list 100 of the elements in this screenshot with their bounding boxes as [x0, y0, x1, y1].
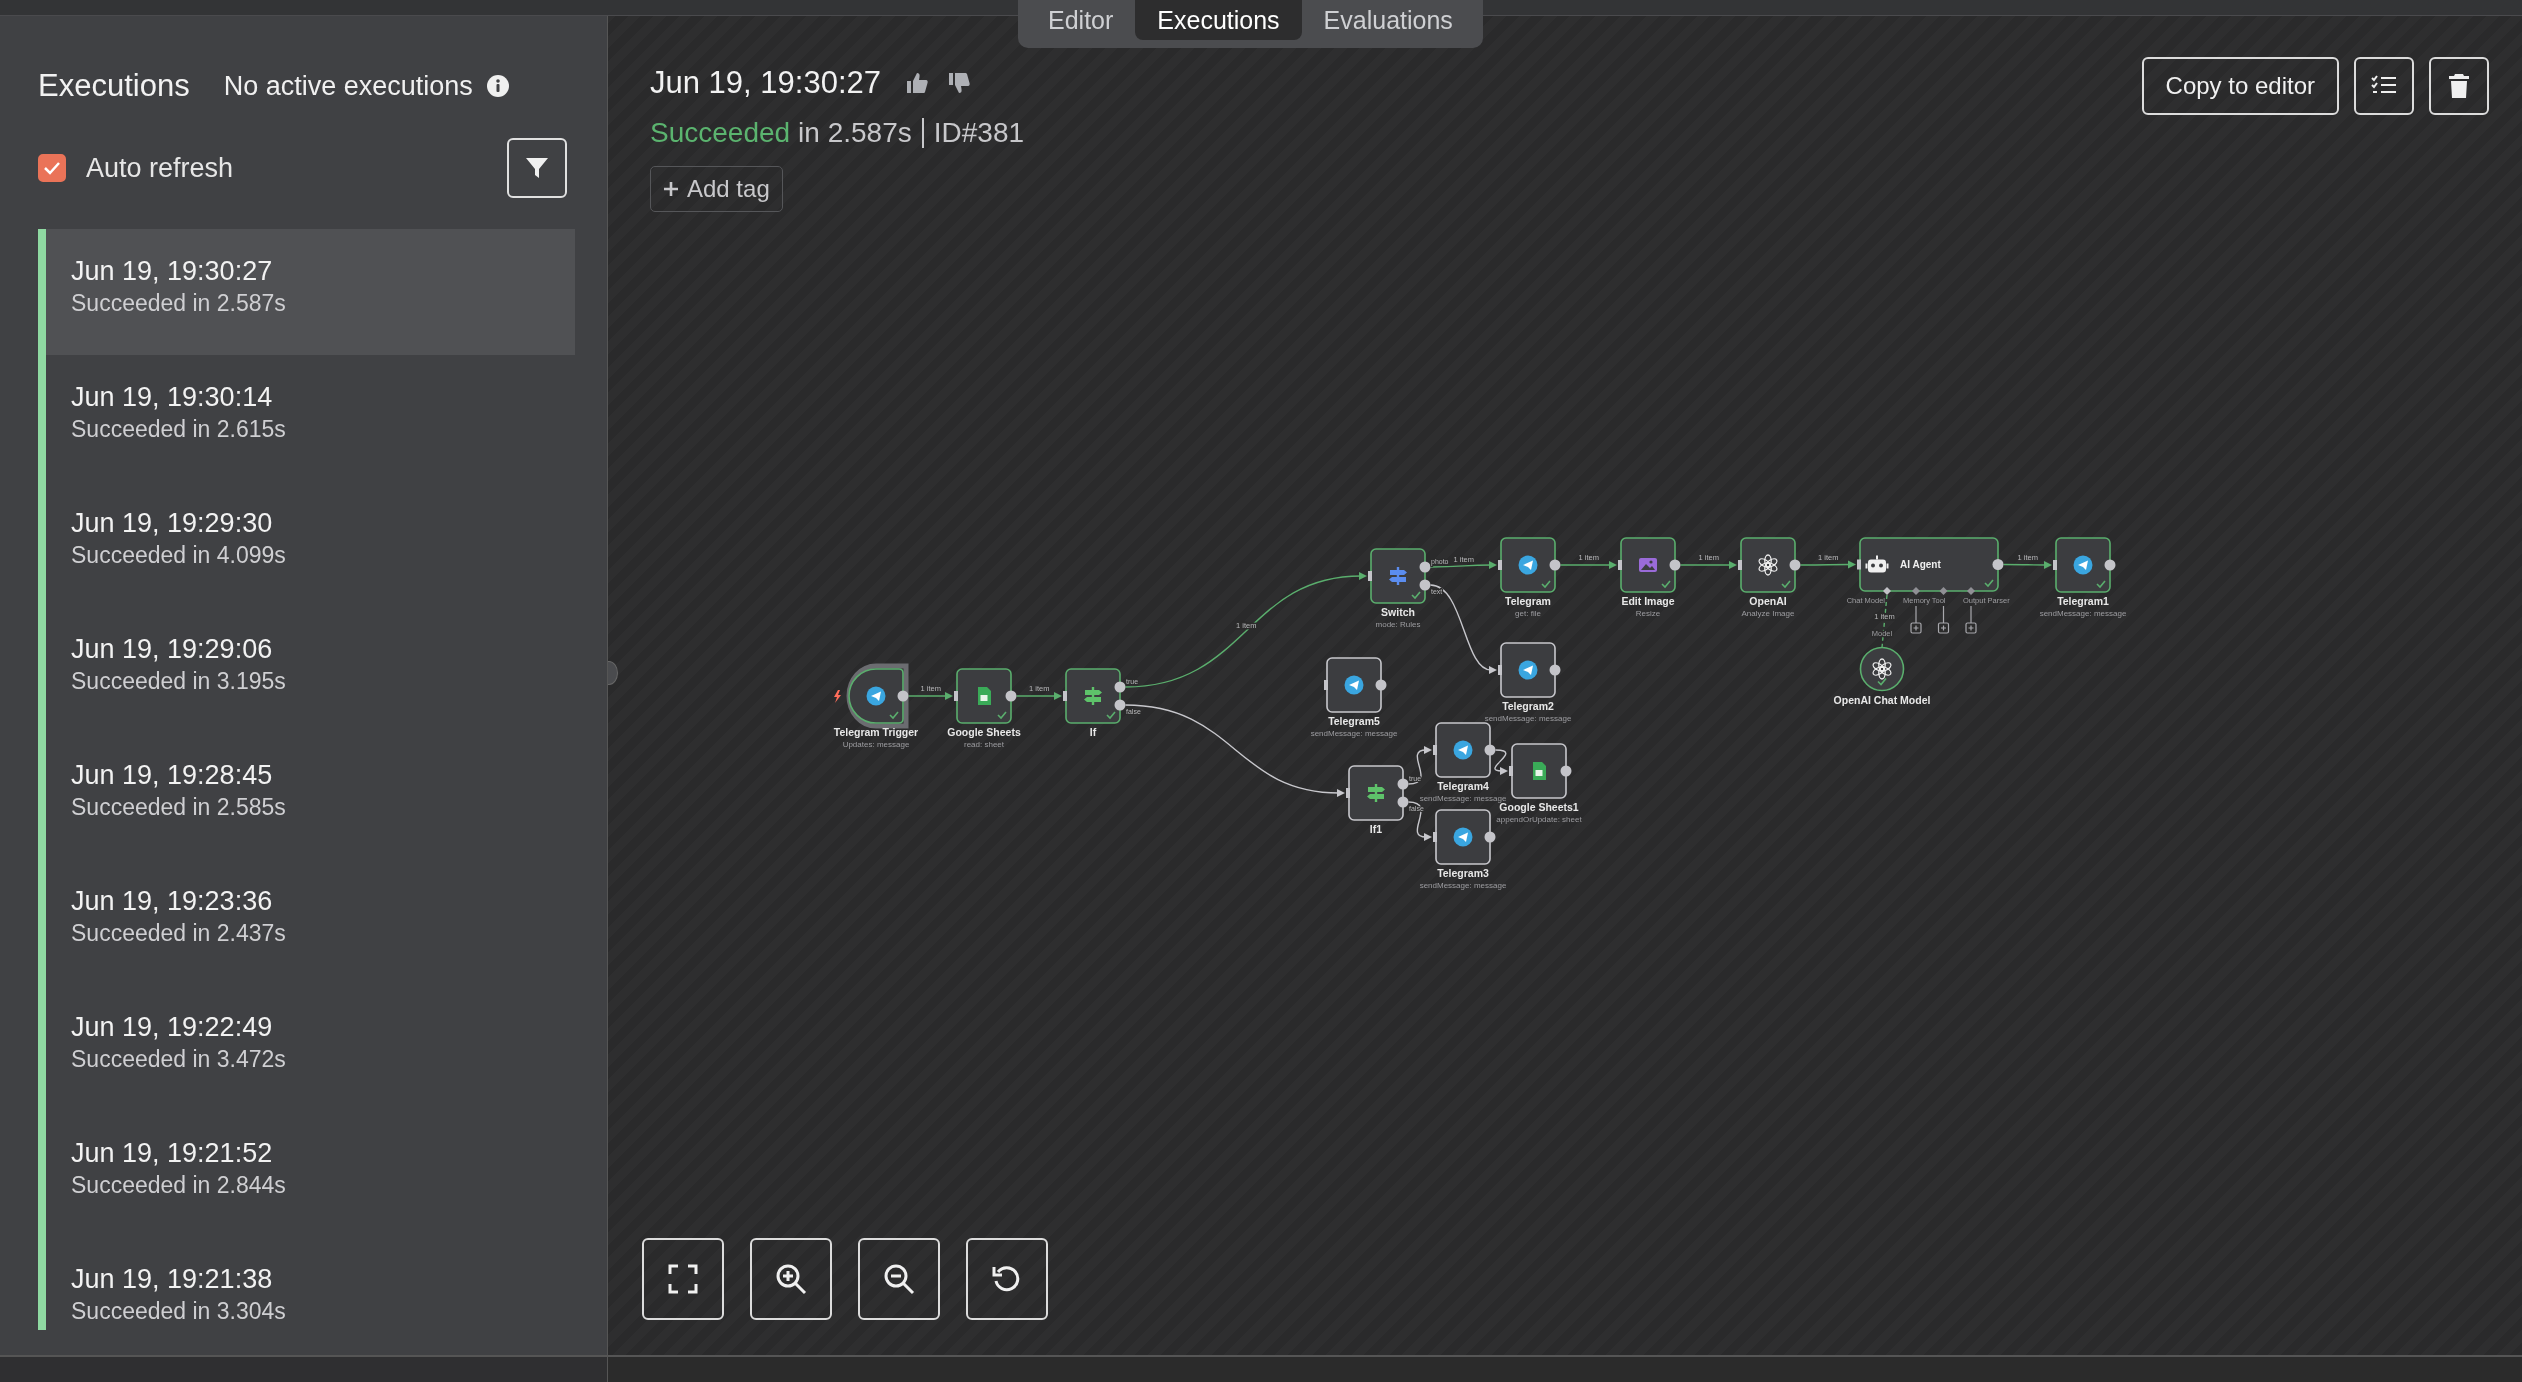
- signpost-icon: [1367, 784, 1385, 802]
- node-subtitle: sendMessage: message: [1419, 881, 1507, 890]
- copy-to-editor-button[interactable]: Copy to editor: [2141, 57, 2339, 115]
- node-subtitle: appendOrUpdate: sheet: [1496, 815, 1582, 824]
- input-handle[interactable]: [1509, 766, 1513, 776]
- output-handle[interactable]: [897, 690, 909, 702]
- knot-icon: [1758, 554, 1778, 576]
- workflow-node[interactable]: [846, 663, 909, 729]
- thumbs-up-icon[interactable]: [905, 71, 929, 95]
- output-handle[interactable]: [1992, 559, 2004, 570]
- workflow-node[interactable]: [1370, 548, 1426, 604]
- workflow-node[interactable]: [956, 668, 1012, 724]
- input-handle[interactable]: [1939, 587, 1948, 595]
- workflow-node[interactable]: [1740, 537, 1796, 593]
- node-label: OpenAI: [1749, 595, 1787, 607]
- input-handle[interactable]: [1368, 571, 1372, 581]
- input-handle[interactable]: [1857, 559, 1861, 570]
- auto-refresh-checkbox[interactable]: [38, 154, 66, 182]
- input-handle[interactable]: [1346, 788, 1350, 798]
- output-handle[interactable]: [1669, 559, 1681, 571]
- output-handle[interactable]: [1484, 744, 1496, 756]
- view-tab[interactable]: Editor: [1026, 0, 1136, 40]
- filter-button[interactable]: [507, 138, 567, 198]
- output-handle[interactable]: [2104, 559, 2116, 571]
- execution-status: Succeeded in 2.587s: [71, 289, 286, 318]
- execution-item[interactable]: Jun 19, 19:21:38 Succeeded in 3.304s: [46, 1237, 575, 1330]
- check-icon: [2096, 580, 2106, 589]
- output-handle[interactable]: [1114, 699, 1126, 711]
- check-icon: [1877, 677, 1887, 686]
- zoom-in-button[interactable]: [750, 1238, 832, 1320]
- add-input-button[interactable]: [1910, 622, 1922, 634]
- input-handle[interactable]: [954, 691, 958, 701]
- execution-time: Jun 19, 19:28:45: [71, 759, 273, 792]
- input-handle[interactable]: [1618, 560, 1622, 570]
- output-handle[interactable]: [1549, 664, 1561, 676]
- workflow-node[interactable]: [1859, 646, 1905, 692]
- view-tab[interactable]: Evaluations: [1301, 0, 1475, 40]
- node-subtitle: Analyze Image: [1741, 609, 1795, 618]
- check-icon: [1411, 591, 1421, 600]
- input-handle[interactable]: [1883, 587, 1891, 595]
- input-handle[interactable]: [1324, 680, 1328, 690]
- lightning-icon: [834, 690, 841, 703]
- check-icon: [997, 711, 1007, 720]
- output-handle[interactable]: [1375, 679, 1387, 691]
- execution-item[interactable]: Jun 19, 19:30:27 Succeeded in 2.587s: [46, 229, 575, 355]
- output-handle[interactable]: [1560, 765, 1572, 777]
- execution-item[interactable]: Jun 19, 19:21:52 Succeeded in 2.844s: [46, 1111, 575, 1237]
- add-input-button[interactable]: [1965, 622, 1977, 634]
- execution-status: Succeeded in 2.437s: [71, 919, 286, 948]
- node-subtitle: sendMessage: message: [1419, 794, 1507, 803]
- output-handle[interactable]: [1397, 778, 1409, 790]
- execution-status: Succeeded in 2.585s: [71, 793, 286, 822]
- workflow-node[interactable]: [1511, 743, 1567, 799]
- execution-item[interactable]: Jun 19, 19:22:49 Succeeded in 3.472s: [46, 985, 575, 1111]
- execution-item[interactable]: Jun 19, 19:30:14 Succeeded in 2.615s: [46, 355, 575, 481]
- execution-status: Succeeded in 4.099s: [71, 541, 286, 570]
- fit-view-button[interactable]: [642, 1238, 724, 1320]
- input-handle[interactable]: [1498, 560, 1502, 570]
- execution-item[interactable]: Jun 19, 19:23:36 Succeeded in 2.437s: [46, 859, 575, 985]
- input-handle[interactable]: [1738, 560, 1742, 570]
- output-handle[interactable]: [1789, 559, 1801, 571]
- view-tab[interactable]: Executions: [1135, 0, 1302, 40]
- node-label: Telegram Trigger: [833, 726, 919, 738]
- output-handle[interactable]: [1114, 681, 1126, 693]
- robot-icon: [1865, 555, 1889, 573]
- telegram-icon: [1453, 827, 1473, 847]
- delete-button[interactable]: [2429, 57, 2489, 115]
- node-subtitle: Resize: [1635, 609, 1661, 618]
- node-label: AI Agent: [1900, 559, 1941, 570]
- workflow-node[interactable]: [1348, 765, 1404, 821]
- input-handle[interactable]: [1433, 832, 1437, 842]
- node-label: Telegram4: [1437, 780, 1489, 792]
- output-handle[interactable]: [1419, 561, 1431, 573]
- workflow-node[interactable]: [1065, 668, 1121, 724]
- input-handle[interactable]: [1063, 691, 1067, 701]
- output-handle[interactable]: [1484, 831, 1496, 843]
- input-handle[interactable]: [1498, 665, 1502, 675]
- execution-item[interactable]: Jun 19, 19:28:45 Succeeded in 2.585s: [46, 733, 575, 859]
- execution-item[interactable]: Jun 19, 19:29:06 Succeeded in 3.195s: [46, 607, 575, 733]
- output-handle[interactable]: [1397, 796, 1409, 808]
- thumbs-down-icon[interactable]: [947, 71, 971, 95]
- reset-zoom-button[interactable]: [966, 1238, 1048, 1320]
- node-label: Telegram1: [2057, 595, 2109, 607]
- input-handle[interactable]: [1967, 587, 1975, 595]
- input-handle[interactable]: [1912, 587, 1920, 595]
- checklist-button[interactable]: [2354, 57, 2414, 115]
- check-icon: [1781, 580, 1791, 589]
- input-handle[interactable]: [2053, 560, 2057, 570]
- output-handle[interactable]: [1549, 559, 1561, 571]
- input-handle[interactable]: [1433, 745, 1437, 755]
- output-handle[interactable]: [1419, 579, 1431, 591]
- execution-item[interactable]: Jun 19, 19:29:30 Succeeded in 4.099s: [46, 481, 575, 607]
- add-tag-button[interactable]: Add tag: [650, 166, 783, 212]
- add-input-button[interactable]: [1937, 622, 1950, 634]
- execution-time: Jun 19, 19:30:27: [71, 255, 273, 288]
- check-icon: [1541, 580, 1551, 589]
- workflow-node[interactable]: [1859, 537, 1999, 592]
- output-handle[interactable]: [1005, 690, 1017, 702]
- zoom-out-button[interactable]: [858, 1238, 940, 1320]
- execution-status: Succeeded in 2.844s: [71, 1171, 286, 1200]
